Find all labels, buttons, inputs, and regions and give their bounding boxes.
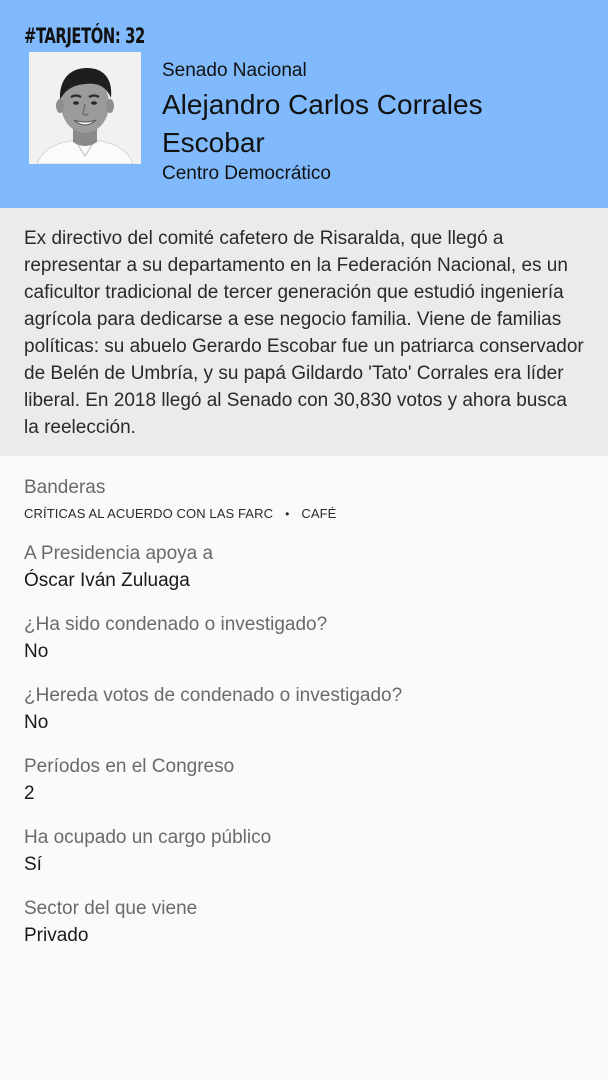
detail-label: ¿Hereda votos de condenado o investigado… bbox=[24, 685, 403, 706]
tag-item: Críticas al acuerdo con las FARC bbox=[24, 506, 274, 521]
party-name: Centro Democrático bbox=[162, 163, 331, 184]
detail-value: No bbox=[24, 712, 49, 733]
chamber-label: Senado Nacional bbox=[162, 60, 307, 81]
biography-text: Ex directivo del comité cafetero de Risa… bbox=[24, 228, 584, 438]
detail-row-condemned: ¿Ha sido condenado o investigado? No bbox=[24, 611, 584, 665]
portrait-image bbox=[29, 52, 141, 164]
candidate-photo bbox=[29, 52, 141, 164]
detail-value: Privado bbox=[24, 925, 89, 946]
banderas-tags: Críticas al acuerdo con las FARC • Café bbox=[24, 501, 584, 527]
detail-row-presidency: A Presidencia apoya a Óscar Iván Zuluaga bbox=[24, 540, 584, 594]
detail-label: Sector del que viene bbox=[24, 898, 198, 919]
banderas-label: Banderas bbox=[24, 477, 106, 498]
detail-label: Períodos en el Congreso bbox=[24, 756, 235, 777]
detail-label: Ha ocupado un cargo público bbox=[24, 827, 272, 848]
detail-label: ¿Ha sido condenado o investigado? bbox=[24, 614, 328, 635]
detail-row-inherits-votes: ¿Hereda votos de condenado o investigado… bbox=[24, 682, 584, 736]
ballot-number: #TARJETÓN: 32 bbox=[24, 24, 145, 48]
tag-item: Café bbox=[301, 506, 337, 521]
detail-row-public-office: Ha ocupado un cargo público Sí bbox=[24, 824, 584, 878]
detail-value: No bbox=[24, 641, 49, 662]
detail-label: A Presidencia apoya a bbox=[24, 543, 214, 564]
detail-value: Óscar Iván Zuluaga bbox=[24, 570, 190, 591]
candidate-header: #TARJETÓN: 32 Senado Nacional Alejandro … bbox=[0, 0, 608, 208]
detail-value: Sí bbox=[24, 854, 42, 875]
candidate-name: Alejandro Carlos Corrales Escobar bbox=[162, 89, 483, 158]
details-list: Banderas Críticas al acuerdo con las FAR… bbox=[0, 456, 608, 949]
tag-separator: • bbox=[285, 507, 290, 521]
detail-row-sector: Sector del que viene Privado bbox=[24, 895, 584, 949]
detail-value: 2 bbox=[24, 783, 35, 804]
banderas-row: Banderas Críticas al acuerdo con las FAR… bbox=[24, 474, 584, 527]
detail-row-congress-terms: Períodos en el Congreso 2 bbox=[24, 753, 584, 807]
biography-section: Ex directivo del comité cafetero de Risa… bbox=[0, 208, 608, 456]
